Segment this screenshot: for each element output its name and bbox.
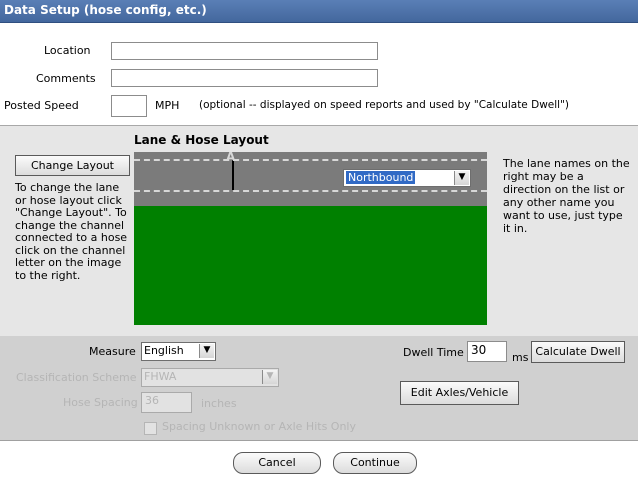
lane-edge-line bbox=[134, 190, 487, 192]
spacing-unknown-checkbox[interactable] bbox=[144, 422, 157, 435]
settings-section: Measure English ▼ Classification Scheme … bbox=[0, 336, 638, 440]
comments-label: Comments bbox=[36, 72, 96, 85]
measure-value: English bbox=[144, 344, 184, 357]
title-bar: Data Setup (hose config, etc.) bbox=[0, 0, 638, 23]
chevron-down-icon[interactable]: ▼ bbox=[199, 344, 214, 358]
layout-heading: Lane & Hose Layout bbox=[134, 133, 269, 147]
change-layout-button[interactable]: Change Layout bbox=[15, 155, 130, 176]
classification-scheme-label: Classification Scheme bbox=[16, 371, 137, 384]
speed-note: (optional -- displayed on speed reports … bbox=[199, 99, 569, 111]
calculate-dwell-button[interactable]: Calculate Dwell bbox=[531, 341, 625, 363]
channel-letter[interactable]: A bbox=[226, 150, 235, 164]
lane-edge-line bbox=[134, 159, 487, 161]
chevron-down-icon[interactable]: ▼ bbox=[454, 171, 469, 185]
general-info-section: Location Comments Posted Speed MPH (opti… bbox=[0, 23, 638, 125]
hose-spacing-input[interactable]: 36 bbox=[141, 392, 192, 413]
posted-speed-input[interactable] bbox=[111, 95, 147, 117]
window-title: Data Setup (hose config, etc.) bbox=[4, 3, 207, 17]
speed-unit: MPH bbox=[155, 99, 180, 112]
lane-names-help: The lane names on the right may be a dir… bbox=[503, 157, 630, 235]
location-input[interactable] bbox=[111, 42, 378, 60]
dwell-time-label: Dwell Time bbox=[403, 346, 464, 359]
posted-speed-label: Posted Speed bbox=[4, 99, 79, 112]
hose-spacing-label: Hose Spacing bbox=[63, 396, 138, 409]
roadside-area bbox=[134, 206, 487, 325]
road-lane: A Northbound ▼ bbox=[134, 150, 487, 206]
edit-axles-button[interactable]: Edit Axles/Vehicle bbox=[400, 381, 519, 405]
hose-spacing-unit: inches bbox=[201, 397, 237, 410]
hose-line bbox=[232, 160, 234, 190]
classification-scheme-value: FHWA bbox=[144, 370, 177, 383]
chevron-down-icon[interactable]: ▼ bbox=[262, 370, 277, 384]
dwell-time-unit: ms bbox=[512, 351, 529, 364]
dialog-footer: Cancel Continue bbox=[0, 440, 638, 488]
lane-direction-value: Northbound bbox=[346, 171, 416, 184]
cancel-button[interactable]: Cancel bbox=[233, 452, 321, 474]
layout-help-text: To change the lane or hose layout click … bbox=[15, 181, 128, 282]
measure-select[interactable]: English ▼ bbox=[141, 342, 216, 361]
location-label: Location bbox=[44, 44, 91, 57]
measure-label: Measure bbox=[89, 345, 136, 358]
spacing-unknown-label: Spacing Unknown or Axle Hits Only bbox=[162, 420, 356, 433]
continue-button[interactable]: Continue bbox=[333, 452, 417, 474]
dwell-time-input[interactable]: 30 bbox=[467, 341, 507, 362]
lane-direction-select[interactable]: Northbound ▼ bbox=[343, 169, 471, 187]
comments-input[interactable] bbox=[111, 69, 378, 87]
classification-scheme-select[interactable]: FHWA ▼ bbox=[141, 368, 279, 387]
